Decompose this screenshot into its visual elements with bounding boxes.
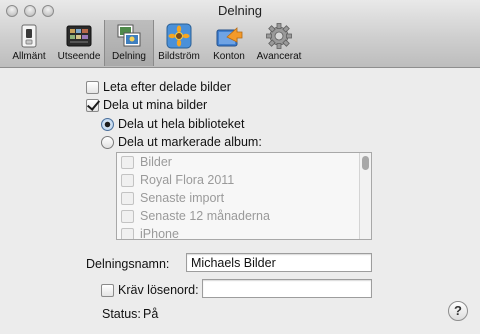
- radio-label: Dela ut markerade album:: [118, 135, 262, 149]
- album-checkbox: [121, 173, 134, 187]
- album-checkbox: [121, 155, 134, 169]
- share-name-field[interactable]: [186, 253, 372, 272]
- status-value: På: [143, 307, 159, 321]
- album-checkbox: [121, 209, 134, 223]
- title-bar: Delning Allmänt Utseende Delning Bildstr…: [0, 0, 480, 68]
- checkbox-box[interactable]: [86, 98, 99, 112]
- album-checkbox: [121, 227, 134, 239]
- toolbar-label: Konton: [213, 51, 245, 62]
- password-field[interactable]: [202, 279, 372, 298]
- album-label: Bilder: [140, 155, 172, 169]
- checkbox-label: Leta efter delade bilder: [103, 80, 231, 94]
- window-title: Delning: [217, 3, 263, 18]
- album-item: Royal Flora 2011: [117, 171, 371, 189]
- toolbar-item-advanced[interactable]: Avancerat: [254, 20, 304, 66]
- toolbar-item-sharing[interactable]: Delning: [104, 20, 154, 66]
- album-label: Royal Flora 2011: [140, 173, 235, 187]
- checkbox-label: Kräv lösenord:: [118, 283, 199, 297]
- album-item: Senaste import: [117, 189, 371, 207]
- gear-icon: [266, 23, 292, 49]
- sharing-pane: Leta efter delade bilder Dela ut mina bi…: [0, 69, 480, 334]
- checkbox-box[interactable]: [101, 283, 114, 297]
- toolbar-label: Delning: [112, 51, 146, 62]
- checkbox-label: Dela ut mina bilder: [103, 98, 208, 112]
- album-item: Senaste 12 månaderna: [117, 207, 371, 225]
- checkbox-box[interactable]: [86, 80, 99, 94]
- require-password-checkbox[interactable]: Kräv lösenord:: [101, 283, 199, 297]
- toolbar-label: Avancerat: [256, 51, 302, 62]
- toolbar-item-photostream[interactable]: Bildström: [154, 20, 204, 66]
- share-entire-library-radio[interactable]: Dela ut hela biblioteket: [101, 117, 244, 131]
- status-label: Status:: [102, 307, 141, 321]
- album-list-scrollbar[interactable]: [359, 153, 371, 239]
- toolbar-label: Bildström: [158, 51, 200, 62]
- share-selected-albums-radio[interactable]: Dela ut markerade album:: [101, 135, 262, 149]
- preferences-toolbar: Allmänt Utseende Delning Bildström Konto…: [4, 20, 304, 66]
- photostream-icon: [166, 23, 192, 49]
- radio-button[interactable]: [101, 135, 114, 149]
- scrollbar-thumb[interactable]: [362, 156, 369, 170]
- toolbar-label: Utseende: [57, 51, 101, 62]
- album-label: iPhone: [140, 227, 179, 240]
- toolbar-item-general[interactable]: Allmänt: [4, 20, 54, 66]
- album-label: Senaste import: [140, 191, 225, 205]
- switch-icon: [21, 24, 37, 48]
- appearance-icon: [66, 25, 92, 47]
- accounts-icon: [216, 27, 243, 47]
- toolbar-item-appearance[interactable]: Utseende: [54, 20, 104, 66]
- sharing-icon: [117, 24, 141, 47]
- share-my-photos-checkbox[interactable]: Dela ut mina bilder: [86, 98, 207, 112]
- preferences-window: Delning Allmänt Utseende Delning Bildstr…: [0, 0, 480, 334]
- help-button[interactable]: ?: [448, 301, 468, 321]
- album-label: Senaste 12 månaderna: [140, 209, 270, 223]
- toolbar-item-accounts[interactable]: Konton: [204, 20, 254, 66]
- album-list[interactable]: Bilder Royal Flora 2011 Senaste import S…: [116, 152, 372, 240]
- album-checkbox: [121, 191, 134, 205]
- share-name-label: Delningsnamn:: [86, 257, 170, 271]
- look-for-shared-checkbox[interactable]: Leta efter delade bilder: [86, 80, 231, 94]
- radio-button[interactable]: [101, 117, 114, 131]
- album-item: Bilder: [117, 153, 371, 171]
- radio-label: Dela ut hela biblioteket: [118, 117, 245, 131]
- album-item: iPhone: [117, 225, 371, 240]
- toolbar-label: Allmänt: [12, 51, 46, 62]
